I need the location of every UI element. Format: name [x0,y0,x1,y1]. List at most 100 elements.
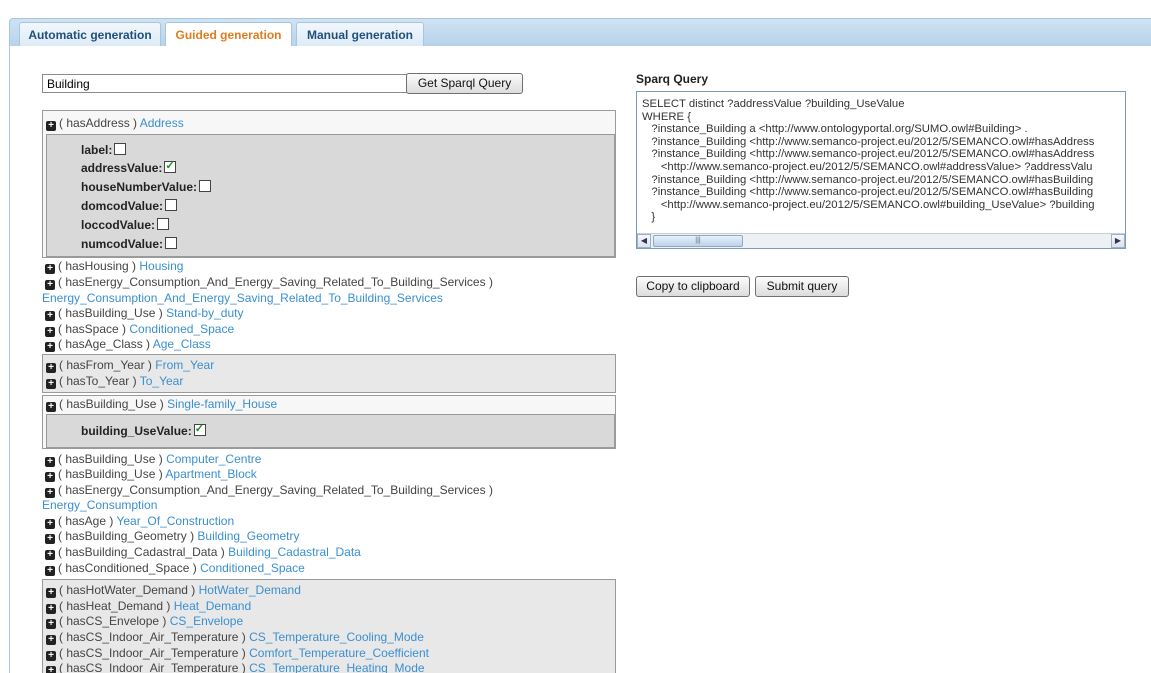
tree-node-address: +( hasAddress ) Address [46,116,612,132]
expand-plus-icon[interactable]: + [46,650,56,661]
tree-node: +( hasConditioned_Space ) Conditioned_Sp… [45,561,613,577]
copy-to-clipboard-button[interactable]: Copy to clipboard [636,276,750,297]
property-label: ( hasEnergy_Consumption_And_Energy_Savin… [58,274,493,289]
query-line: ?instance_Building <http://www.semanco-p… [642,186,1094,199]
tree-node: +( hasSpace ) Conditioned_Space [45,322,613,338]
address-group: +( hasAddress ) Address label: addressVa… [42,110,616,259]
tree-node: +( hasBuilding_Use ) Computer_Centre [45,452,613,468]
expand-plus-icon[interactable]: + [46,378,56,389]
expand-plus-icon[interactable]: + [46,121,56,131]
attr-name: label: [81,142,113,157]
class-link[interactable]: CS_Temperature_Cooling_Mode [249,630,424,644]
class-link[interactable]: Age_Class [153,337,211,351]
expand-plus-icon[interactable]: + [45,264,55,275]
expand-plus-icon[interactable]: + [45,518,55,529]
expand-plus-icon[interactable]: + [46,603,56,614]
class-link[interactable]: HotWater_Demand [199,583,301,597]
class-link[interactable]: Apartment_Block [165,467,256,481]
expand-plus-icon[interactable]: + [45,326,55,337]
class-link[interactable]: To_Year [140,374,184,388]
expand-plus-icon[interactable]: + [45,456,55,467]
expand-plus-icon[interactable]: + [46,619,56,630]
expand-plus-icon[interactable]: + [45,550,55,561]
class-link[interactable]: Year_Of_Construction [116,514,234,528]
expand-plus-icon[interactable]: + [46,362,56,373]
tree-block-4: +( hasHotWater_Demand ) HotWater_Demand … [42,579,616,673]
query-line: ?instance_Building <http://www.semanco-p… [642,135,1095,148]
sparql-query-label: Sparq Query [636,72,709,86]
class-link[interactable]: Conditioned_Space [200,561,305,575]
tree-block-2: +( hasFrom_Year ) From_Year +( hasTo_Yea… [42,353,616,394]
tree-node: +( hasHotWater_Demand ) HotWater_Demand [46,583,612,599]
class-link[interactable]: Heat_Demand [174,599,251,613]
query-line: } [642,211,656,224]
tab-manual-generation[interactable]: Manual generation [296,22,424,47]
get-sparql-query-button[interactable]: Get Sparql Query [406,73,523,94]
expand-plus-icon[interactable]: + [46,666,56,673]
expand-plus-icon[interactable]: + [45,487,55,498]
class-link[interactable]: Energy_Consumption [42,498,157,512]
expand-plus-icon[interactable]: + [46,402,56,413]
attr-domcodvalue: domcodValue: [81,197,614,216]
class-link[interactable]: Housing [139,259,183,273]
tree-node: +( hasCS_Indoor_Air_Temperature ) Comfor… [46,646,612,662]
class-link[interactable]: Computer_Centre [166,452,261,466]
sparql-query-textarea[interactable]: SELECT distinct ?addressValue ?building_… [636,91,1126,249]
scrollbar-thumb[interactable]: ||| [653,235,743,247]
search-input[interactable] [42,74,408,93]
expand-plus-icon[interactable]: + [46,588,56,599]
property-label: ( hasCS_Envelope ) [59,614,167,629]
attr-checkbox[interactable] [114,142,127,155]
property-label: ( hasBuilding_Use ) [58,467,163,482]
class-link[interactable]: Address [140,116,184,130]
class-link[interactable]: From_Year [155,358,214,372]
class-link[interactable]: Building_Cadastral_Data [228,545,361,559]
horizontal-scrollbar[interactable]: ◀ ||| ▶ [637,233,1125,248]
query-line: ?instance_Building <http://www.semanco-p… [642,173,1094,186]
property-label: ( hasEnergy_Consumption_And_Energy_Savin… [58,482,493,497]
property-label: ( hasFrom_Year ) [59,357,152,372]
attr-checkbox[interactable] [193,422,206,436]
submit-query-button[interactable]: Submit query [755,276,849,297]
tree-block-3: +( hasBuilding_Use ) Computer_Centre +( … [42,449,616,580]
class-link[interactable]: CS_Temperature_Heating_Mode [249,661,424,673]
expand-plus-icon[interactable]: + [45,534,55,545]
expand-plus-icon[interactable]: + [46,635,56,646]
tab-bar: Automatic generation Guided generation M… [9,18,1151,48]
class-link[interactable]: CS_Envelope [170,614,243,628]
attr-loccodvalue: loccodValue: [81,216,614,235]
attr-checkbox[interactable] [165,236,178,249]
attr-checkbox[interactable] [199,180,212,193]
property-label: ( hasCS_Indoor_Air_Temperature ) [59,661,246,673]
attr-addressvalue: addressValue: [81,159,614,178]
tree-node: +( hasCS_Indoor_Air_Temperature ) CS_Tem… [46,630,612,646]
tab-automatic-generation[interactable]: Automatic generation [19,22,161,47]
attr-name: numcodValue: [81,236,164,251]
expand-plus-icon[interactable]: + [45,311,55,322]
attr-checkbox[interactable] [164,159,177,174]
property-label: ( hasCS_Indoor_Air_Temperature ) [59,645,246,660]
scroll-right-icon[interactable]: ▶ [1111,234,1125,248]
expand-plus-icon[interactable]: + [45,472,55,483]
expand-plus-icon[interactable]: + [45,279,55,290]
attr-checkbox[interactable] [157,217,170,230]
class-link[interactable]: Single-family_House [167,397,277,411]
scroll-left-icon[interactable]: ◀ [637,234,651,248]
attr-name: addressValue: [81,161,163,176]
property-label: ( hasTo_Year ) [59,373,137,388]
expand-plus-icon[interactable]: + [45,565,55,576]
expand-plus-icon[interactable]: + [45,342,55,353]
class-link[interactable]: Conditioned_Space [129,322,234,336]
sparql-query-text[interactable]: SELECT distinct ?addressValue ?building_… [637,92,1125,224]
class-link[interactable]: Stand-by_duty [166,306,243,320]
property-label: ( hasAge ) [58,513,114,528]
tree-node-continuation: Energy_Consumption_And_Energy_Saving_Rel… [42,291,613,307]
tree-node: +( hasCS_Indoor_Air_Temperature ) CS_Tem… [46,661,612,673]
property-label: ( hasHotWater_Demand ) [59,583,196,598]
attr-checkbox[interactable] [165,198,178,211]
tab-guided-generation[interactable]: Guided generation [165,22,292,48]
class-link[interactable]: Comfort_Temperature_Coefficient [249,646,429,660]
class-link[interactable]: Building_Geometry [197,529,299,543]
class-link[interactable]: Energy_Consumption_And_Energy_Saving_Rel… [42,291,443,305]
tree-node: +( hasEnergy_Consumption_And_Energy_Savi… [45,483,613,499]
